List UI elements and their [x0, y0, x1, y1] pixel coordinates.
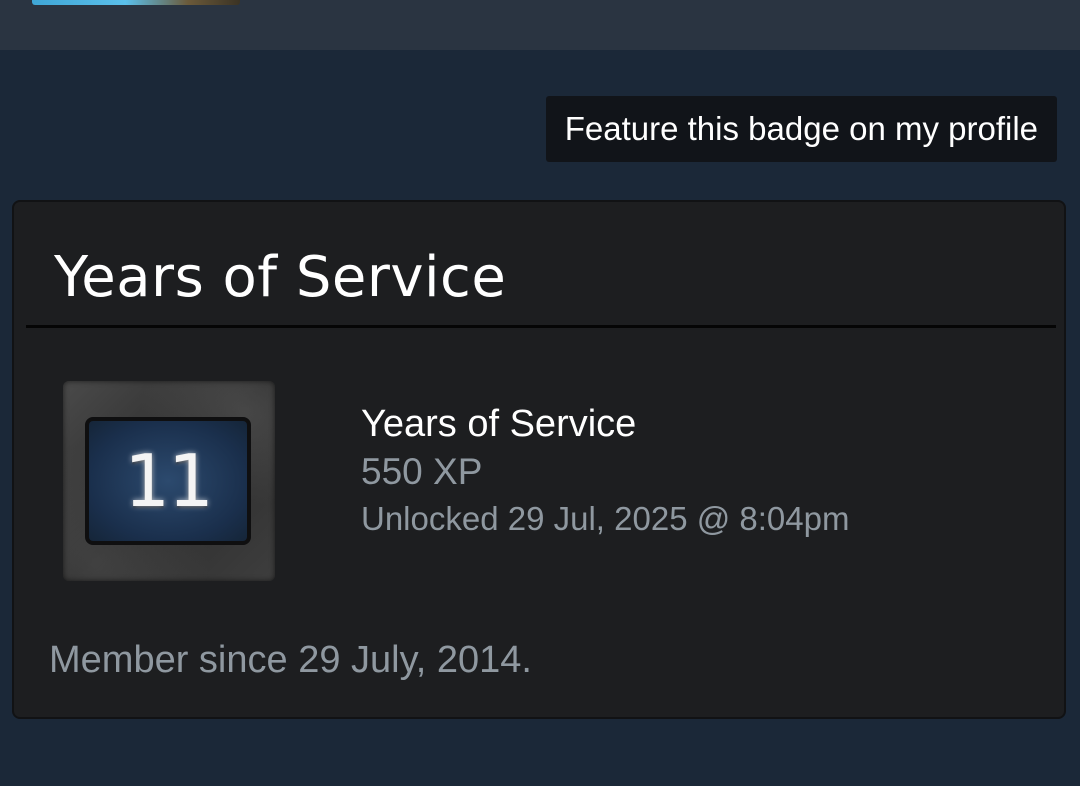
- top-header-bar: [0, 0, 1080, 50]
- badge-unlocked-date: Unlocked 29 Jul, 2025 @ 8:04pm: [361, 500, 850, 537]
- badge-xp: 550 XP: [361, 451, 483, 492]
- years-of-service-badge-icon: 11: [63, 381, 275, 581]
- badge-screen: 11: [85, 417, 251, 545]
- badge-panel: Years of Service 11 Years of Service 550…: [12, 200, 1066, 719]
- badge-years-number: 11: [124, 439, 214, 523]
- feature-badge-button[interactable]: Feature this badge on my profile: [545, 96, 1057, 162]
- title-divider: [26, 325, 1056, 328]
- badge-info: Years of Service 550 XP Unlocked 29 Jul,…: [361, 400, 849, 542]
- panel-title: Years of Service: [54, 245, 507, 310]
- badge-name: Years of Service: [361, 403, 637, 445]
- badge-description: Member since 29 July, 2014.: [49, 639, 532, 681]
- header-logo-icon[interactable]: [32, 0, 240, 5]
